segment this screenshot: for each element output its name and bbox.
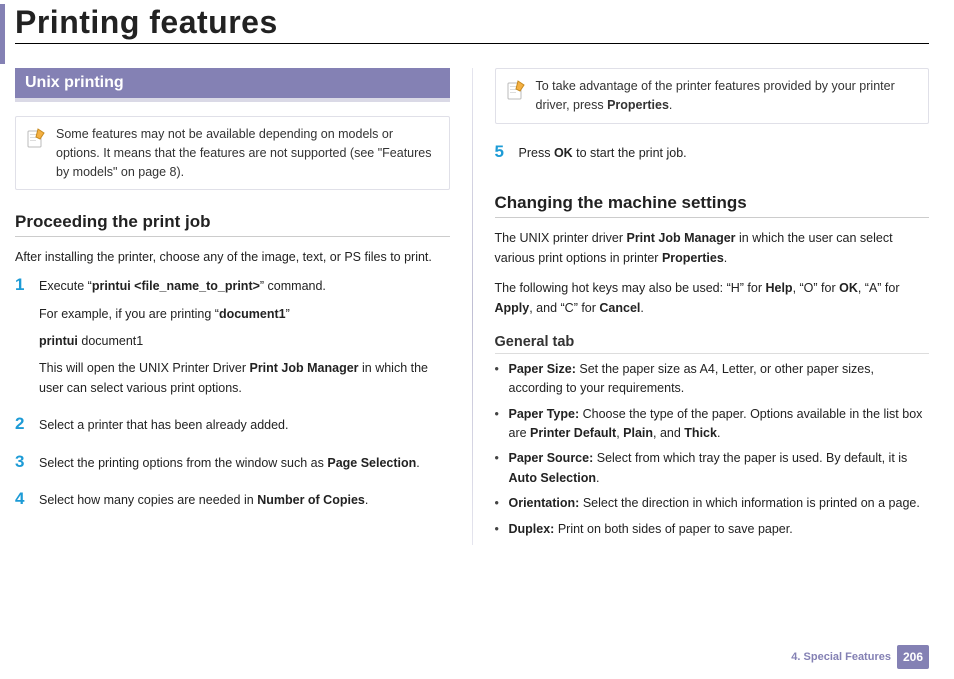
bullet-dot: • <box>495 494 509 513</box>
note-text: To take advantage of the printer feature… <box>536 77 919 115</box>
bullet-dot: • <box>495 360 509 399</box>
bullet-dot: • <box>495 405 509 444</box>
note-icon <box>26 127 48 149</box>
subheading-proceeding: Proceeding the print job <box>15 212 450 237</box>
step-number: 4 <box>15 490 39 518</box>
step-body: Select a printer that has been already a… <box>39 416 450 443</box>
left-column: Unix printing Some features may not be a… <box>15 68 472 545</box>
step-3: 3Select the printing options from the wi… <box>15 454 450 481</box>
bullet-item: •Paper Source: Select from which tray th… <box>495 449 930 488</box>
page-footer: 4. Special Features 206 <box>791 645 929 669</box>
note-box-features: Some features may not be available depen… <box>15 116 450 190</box>
footer-page-number: 206 <box>897 645 929 669</box>
step-number: 1 <box>15 276 39 406</box>
step-body: Press OK to start the print job. <box>519 144 930 171</box>
step-number: 3 <box>15 453 39 481</box>
step-number: 2 <box>15 415 39 443</box>
subheading-general-tab: General tab <box>495 334 930 354</box>
step-body: Select how many copies are needed in Num… <box>39 491 450 518</box>
right-column: To take advantage of the printer feature… <box>473 68 930 545</box>
step-2: 2Select a printer that has been already … <box>15 416 450 443</box>
bullet-item: •Orientation: Select the direction in wh… <box>495 494 930 513</box>
note-box-properties: To take advantage of the printer feature… <box>495 68 930 124</box>
para-pjm: The UNIX printer driver Print Job Manage… <box>495 228 930 268</box>
bullet-text: Paper Type: Choose the type of the paper… <box>509 405 930 444</box>
para-hotkeys: The following hot keys may also be used:… <box>495 278 930 318</box>
bullet-dot: • <box>495 520 509 539</box>
footer-chapter: 4. Special Features <box>791 651 891 663</box>
section-header-unix-printing: Unix printing <box>15 68 450 102</box>
note-icon <box>506 79 528 101</box>
bullet-item: •Duplex: Print on both sides of paper to… <box>495 520 930 539</box>
subheading-changing-settings: Changing the machine settings <box>495 193 930 218</box>
bullet-text: Paper Source: Select from which tray the… <box>509 449 930 488</box>
steps-container-left: 1Execute “printui <file_name_to_print>” … <box>15 277 450 518</box>
two-column-layout: Unix printing Some features may not be a… <box>15 68 929 545</box>
step-body: Select the printing options from the win… <box>39 454 450 481</box>
left-accent-bar <box>0 4 5 64</box>
bullet-text: Duplex: Print on both sides of paper to … <box>509 520 930 539</box>
note-text: Some features may not be available depen… <box>56 125 439 181</box>
step-number: 5 <box>495 143 519 171</box>
page-title: Printing features <box>15 4 929 44</box>
step-1: 1Execute “printui <file_name_to_print>” … <box>15 277 450 406</box>
bullet-item: •Paper Type: Choose the type of the pape… <box>495 405 930 444</box>
intro-text: After installing the printer, choose any… <box>15 247 450 267</box>
bullet-dot: • <box>495 449 509 488</box>
step-5: 5 Press OK to start the print job. <box>495 144 930 171</box>
bullet-text: Paper Size: Set the paper size as A4, Le… <box>509 360 930 399</box>
bullets-container: •Paper Size: Set the paper size as A4, L… <box>495 360 930 539</box>
bullet-item: •Paper Size: Set the paper size as A4, L… <box>495 360 930 399</box>
step-4: 4Select how many copies are needed in Nu… <box>15 491 450 518</box>
step-body: Execute “printui <file_name_to_print>” c… <box>39 277 450 406</box>
bullet-text: Orientation: Select the direction in whi… <box>509 494 930 513</box>
page: Printing features Unix printing Some fea… <box>0 4 954 679</box>
